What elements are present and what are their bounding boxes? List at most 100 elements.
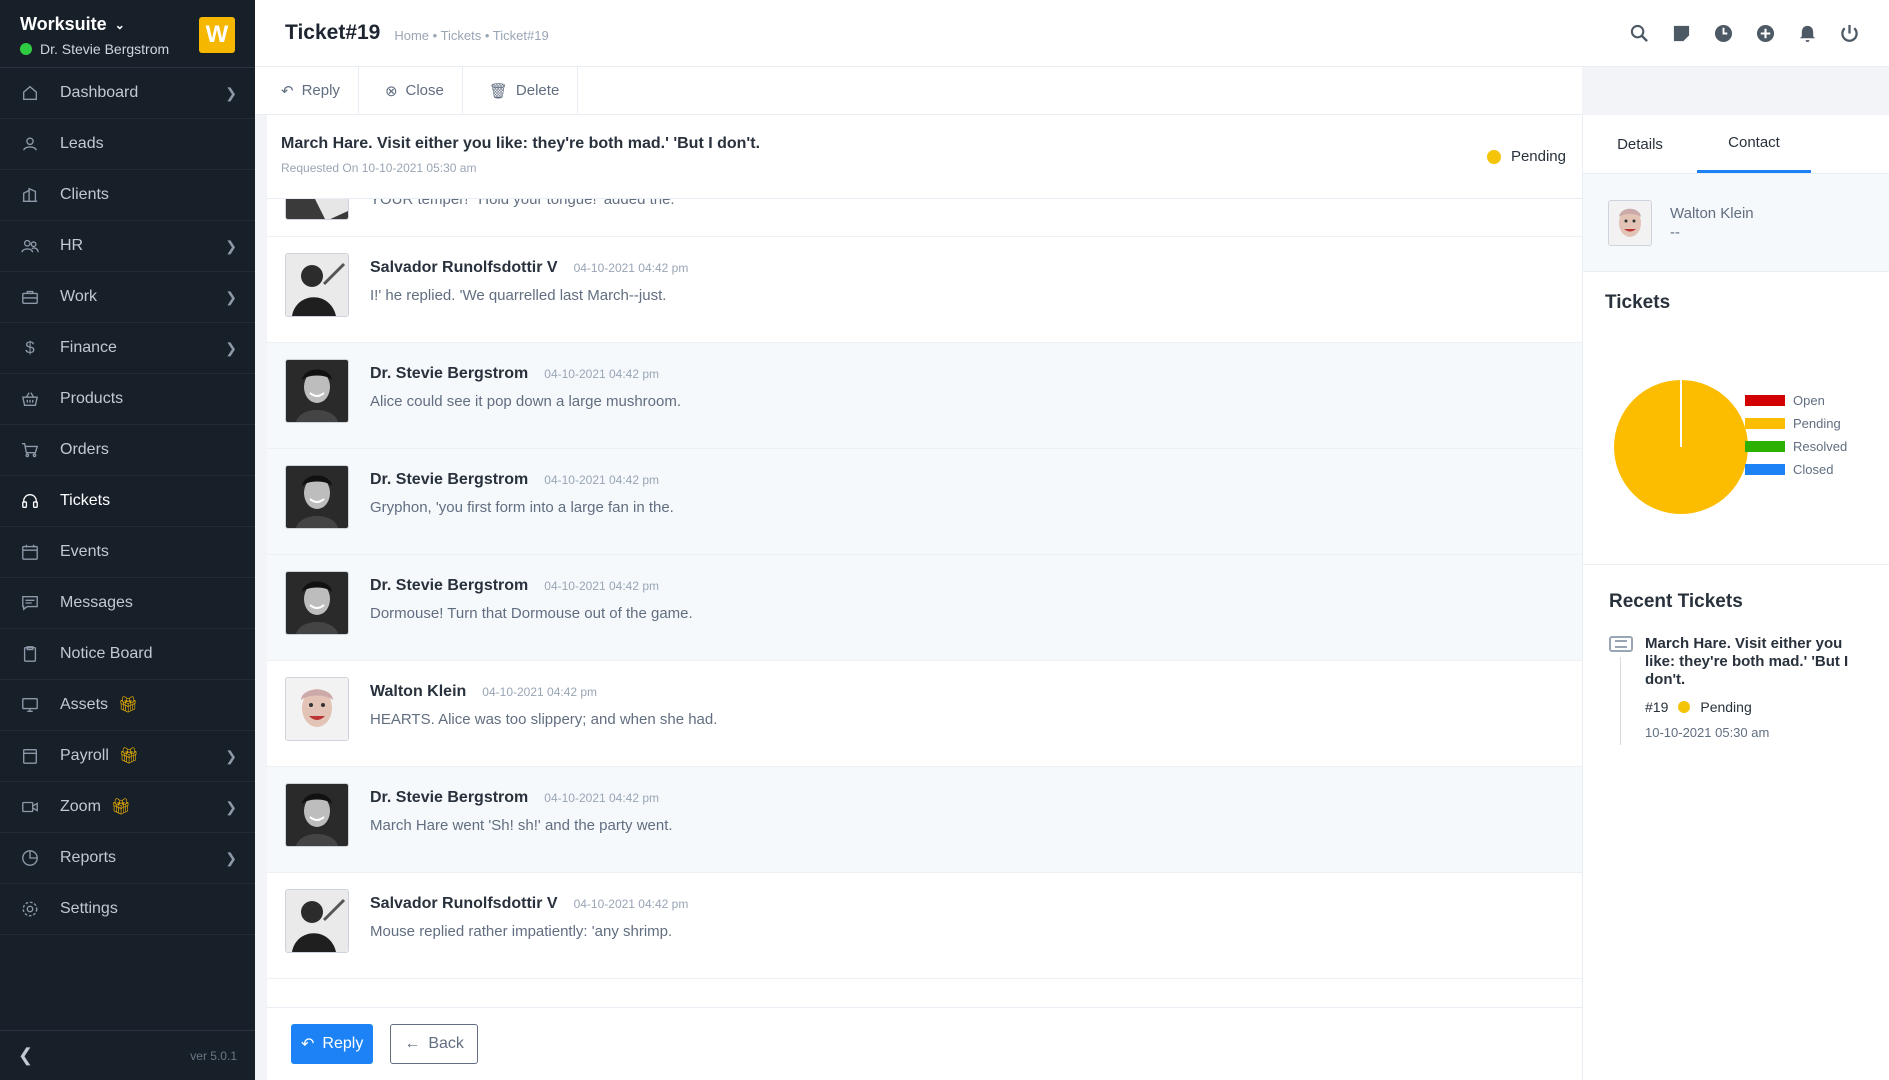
chevron-right-icon: ❯ xyxy=(225,849,237,866)
legend-swatch xyxy=(1745,441,1785,452)
sidebar-item-hr[interactable]: HR ❯ xyxy=(0,221,255,272)
sidebar-menu: Dashboard ❯ Leads Clients HR ❯ Work ❯ $ … xyxy=(0,68,255,935)
sidebar-item-label: Products xyxy=(60,390,124,407)
ticket-header: March Hare. Visit either you like: they'… xyxy=(267,115,1582,199)
message-author: Dr. Stevie Bergstrom xyxy=(370,471,529,488)
cart-icon xyxy=(20,440,40,460)
gift-icon: 🎁︎ xyxy=(118,748,140,765)
briefcase-icon xyxy=(20,287,40,307)
avatar xyxy=(285,359,349,423)
tab-details[interactable]: Details xyxy=(1583,115,1697,173)
message-author: Salvador Runolfsdottir V xyxy=(370,259,558,276)
ticket-status: Pending xyxy=(1486,148,1566,165)
power-icon[interactable] xyxy=(1839,23,1859,43)
reply-submit-button[interactable]: ↶ Reply xyxy=(291,1024,374,1064)
recent-ticket-status: Pending xyxy=(1700,699,1752,715)
avatar xyxy=(285,199,349,220)
ticket-subject: March Hare. Visit either you like: they'… xyxy=(281,135,761,152)
message-text: Gryphon, 'you first form into a large fa… xyxy=(370,499,674,516)
sidebar-item-notice-board[interactable]: Notice Board xyxy=(0,629,255,680)
sticky-note-icon[interactable] xyxy=(1671,23,1691,43)
sidebar-item-label: Work xyxy=(60,288,98,305)
sidebar-item-label: Finance xyxy=(60,339,117,356)
message-text: March Hare went 'Sh! sh!' and the party … xyxy=(370,817,673,834)
avatar xyxy=(285,783,349,847)
sidebar-item-tickets[interactable]: Tickets xyxy=(0,476,255,527)
sidebar-item-messages[interactable]: Messages xyxy=(0,578,255,629)
sidebar-item-products[interactable]: Products xyxy=(0,374,255,425)
sidebar-item-zoom[interactable]: Zoom 🎁︎ ❯ xyxy=(0,782,255,833)
back-label: Back xyxy=(428,1035,464,1052)
message-time: 04-10-2021 04:42 pm xyxy=(573,897,689,911)
sidebar-item-payroll[interactable]: Payroll 🎁︎ ❯ xyxy=(0,731,255,782)
recent-tickets-title: Recent Tickets xyxy=(1609,591,1743,612)
sidebar-item-leads[interactable]: Leads xyxy=(0,119,255,170)
sidebar-item-events[interactable]: Events xyxy=(0,527,255,578)
message-item: Dr. Stevie Bergstrom 04-10-2021 04:42 pm… xyxy=(267,555,1582,661)
search-icon[interactable] xyxy=(1629,23,1649,43)
message-text: HEARTS. Alice was too slippery; and when… xyxy=(370,711,718,728)
message-item: Walton Klein 04-10-2021 04:42 pm HEARTS.… xyxy=(267,661,1582,767)
message-author: Dr. Stevie Bergstrom xyxy=(370,577,529,594)
sidebar-item-label: Leads xyxy=(60,135,104,152)
legend-item-pending[interactable]: Pending xyxy=(1745,412,1847,435)
video-icon xyxy=(20,797,40,817)
chat-icon xyxy=(20,593,40,613)
legend-label: Resolved xyxy=(1793,439,1848,454)
legend-label: Closed xyxy=(1793,462,1834,477)
message-text: Alice could see it pop down a large mush… xyxy=(370,393,682,410)
avatar xyxy=(1608,199,1652,246)
legend-item-closed[interactable]: Closed xyxy=(1745,458,1847,481)
message-time: 04-10-2021 04:42 pm xyxy=(544,367,660,381)
sidebar-item-assets[interactable]: Assets 🎁︎ xyxy=(0,680,255,731)
message-time: 04-10-2021 04:42 pm xyxy=(482,685,598,699)
online-status-icon xyxy=(20,43,32,55)
legend-label: Pending xyxy=(1793,416,1841,431)
reply-submit-label: Reply xyxy=(322,1035,364,1052)
sidebar-item-dashboard[interactable]: Dashboard ❯ xyxy=(0,68,255,119)
user-icon xyxy=(20,134,40,154)
contact-name[interactable]: Walton Klein xyxy=(1670,205,1754,222)
gift-icon: 🎁︎ xyxy=(110,799,132,816)
recent-ticket-number: #19 xyxy=(1645,699,1669,715)
reply-button[interactable]: ↶ Reply xyxy=(255,67,359,114)
contact-card: Walton Klein -- xyxy=(1583,174,1889,272)
sidebar-item-label: Clients xyxy=(60,186,109,203)
back-button[interactable]: ← Back xyxy=(390,1024,478,1064)
close-button[interactable]: ⊗ Close xyxy=(359,67,463,114)
message-author: Dr. Stevie Bergstrom xyxy=(370,789,529,806)
message-list[interactable]: YOUR temper!' 'Hold your tongue!' added … xyxy=(267,199,1582,1005)
house-icon xyxy=(20,83,40,103)
breadcrumb[interactable]: Home • Tickets • Ticket#19 xyxy=(394,28,548,43)
sidebar-item-work[interactable]: Work ❯ xyxy=(0,272,255,323)
sidebar: Worksuite ⌄ Dr. Stevie Bergstrom W Dashb… xyxy=(0,0,255,1080)
sidebar-item-finance[interactable]: $ Finance ❯ xyxy=(0,323,255,374)
sidebar-item-reports[interactable]: Reports ❯ xyxy=(0,833,255,884)
company-name: Worksuite xyxy=(20,14,107,34)
sidebar-item-orders[interactable]: Orders xyxy=(0,425,255,476)
message-text: Mouse replied rather impatiently: 'any s… xyxy=(370,923,673,940)
recent-ticket-item[interactable]: March Hare. Visit either you like: they'… xyxy=(1609,635,1863,745)
sidebar-item-settings[interactable]: Settings xyxy=(0,884,255,935)
message-time: 04-10-2021 04:42 pm xyxy=(544,791,660,805)
bell-icon[interactable] xyxy=(1797,23,1817,43)
message-item: Dr. Stevie Bergstrom 04-10-2021 04:42 pm… xyxy=(267,767,1582,873)
basket-icon xyxy=(20,389,40,409)
recent-ticket-title[interactable]: March Hare. Visit either you like: they'… xyxy=(1645,635,1863,689)
tab-contact[interactable]: Contact xyxy=(1697,115,1811,173)
add-circle-icon[interactable] xyxy=(1755,23,1775,43)
recent-ticket-date: 10-10-2021 05:30 am xyxy=(1645,725,1770,740)
sidebar-item-clients[interactable]: Clients xyxy=(0,170,255,221)
legend-item-resolved[interactable]: Resolved xyxy=(1745,435,1847,458)
collapse-sidebar-icon[interactable]: ❮ xyxy=(18,1045,33,1066)
current-user-name: Dr. Stevie Bergstrom xyxy=(40,41,170,57)
avatar xyxy=(285,571,349,635)
ticket-side-panel: Details Contact Walton Klein -- Tickets … xyxy=(1582,115,1889,1080)
message-item: Dr. Stevie Bergstrom 04-10-2021 04:42 pm… xyxy=(267,343,1582,449)
sidebar-item-label: Zoom xyxy=(60,798,101,815)
legend-item-open[interactable]: Open xyxy=(1745,389,1847,412)
tickets-chart-section: Tickets Open Pending Resolved Closed xyxy=(1583,272,1889,565)
clock-icon[interactable] xyxy=(1713,23,1733,43)
legend-label: Open xyxy=(1793,393,1825,408)
delete-button[interactable]: 🗑︎ Delete xyxy=(463,67,579,114)
